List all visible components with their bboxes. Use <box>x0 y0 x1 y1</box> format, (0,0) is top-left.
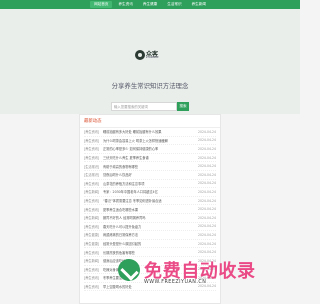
item-category[interactable]: [养生资讯] <box>84 155 103 160</box>
item-date: 2024-04-24 <box>198 146 216 151</box>
list-item[interactable]: [养生资讯] “春泛”体质需要注意 冬季如何进补最合适 2024-04-24 <box>84 197 216 206</box>
nav-health[interactable]: 养生健康 <box>139 1 161 8</box>
item-category[interactable]: [养生资讯] <box>84 275 103 280</box>
item-category[interactable]: [养生资讯] <box>84 129 103 134</box>
item-category[interactable]: [生活常识] <box>84 172 103 177</box>
list-item[interactable]: [养生健康] 经常头晕是什么原因引起的 2024-04-24 <box>84 240 216 249</box>
item-date: 2024-04-24 <box>198 250 216 255</box>
item-category[interactable]: [养生健康] <box>84 241 103 246</box>
item-category[interactable]: [养生新闻] <box>84 189 103 194</box>
item-date: 2024-04-24 <box>198 224 216 229</box>
item-title[interactable]: 肠胃不好的人 经常喝粥养胃吗 <box>103 215 195 220</box>
watermark-url: WWW.FREEZIYUAN.CN <box>144 280 207 285</box>
list-item[interactable]: [养生健康] 肩颈疼痛的日常保养方法 2024-04-24 <box>84 231 216 240</box>
item-title[interactable]: 长期熬夜的危害有哪些 <box>103 250 195 255</box>
logo-subtitle: ZHONGKE <box>146 56 159 59</box>
panel-title: 最新动态 <box>80 115 220 128</box>
list-item[interactable]: [养生新闻] 专家：2030年中国老年人口将超过4亿 2024-04-24 <box>84 188 216 197</box>
search-button[interactable]: 搜索 <box>177 102 189 111</box>
hero-section: 众客 ZHONGKE 分享养生常识知识方法理念 搜索 <box>0 9 300 114</box>
item-category[interactable]: [养生资讯] <box>84 284 103 289</box>
site-logo[interactable]: 众客 ZHONGKE <box>135 48 165 64</box>
item-title[interactable]: 山茶花的养殖方法和注意事项 <box>103 181 195 186</box>
item-category[interactable]: [养生新闻] <box>84 215 103 220</box>
item-category[interactable]: [养生资讯] <box>84 267 103 272</box>
item-date: 2024-04-24 <box>198 232 216 237</box>
top-navigation: 网站首页 养生资讯 养生健康 生活常识 养生新闻 <box>0 0 300 9</box>
item-date: 2024-04-24 <box>198 129 216 134</box>
item-category[interactable]: [养生资讯] <box>84 224 103 229</box>
item-date: 2024-04-24 <box>198 198 216 203</box>
item-title[interactable]: 肩颈疼痛的日常保养方法 <box>103 232 195 237</box>
item-category[interactable]: [养生资讯] <box>84 250 103 255</box>
item-category[interactable]: [生活常识] <box>84 164 103 169</box>
list-item[interactable]: [养生资讯] 三伏天吃什么养生 夏季养生食谱 2024-04-24 <box>84 154 216 163</box>
list-item[interactable]: [养生资讯] 山茶花的养殖方法和注意事项 2024-04-24 <box>84 180 216 189</box>
list-item[interactable]: [养生资讯] 为什么喝茶会容易上火 喝茶上火怎样快速缓解 2024-04-24 <box>84 137 216 146</box>
item-category[interactable]: [养生健康] <box>84 232 103 237</box>
nav-health-news[interactable]: 养生新闻 <box>188 1 210 8</box>
list-item[interactable]: [养生资讯] 正常的心率是多少 如何保持健康的心率 2024-04-24 <box>84 145 216 154</box>
list-item[interactable]: [养生资讯] 夏季养生适合吃哪些水果 2024-04-24 <box>84 205 216 214</box>
search-input[interactable] <box>111 102 177 111</box>
item-title[interactable]: 正常的心率是多少 如何保持健康的心率 <box>103 146 195 151</box>
site-slogan: 分享养生常识知识方法理念 <box>111 82 189 90</box>
list-item[interactable]: [生活常识] 有助于增高的食物有哪些 2024-04-24 <box>84 162 216 171</box>
item-title[interactable]: 春天吃什么可以提升免疫力 <box>103 224 195 229</box>
item-category[interactable]: [养生资讯] <box>84 146 103 151</box>
item-title[interactable]: 专家：2030年中国老年人口将超过4亿 <box>103 189 195 194</box>
item-date: 2024-04-24 <box>198 181 216 186</box>
item-title[interactable]: 三伏天吃什么养生 夏季养生食谱 <box>103 155 195 160</box>
nav-health-info[interactable]: 养生资讯 <box>114 1 136 8</box>
item-date: 2024-04-24 <box>198 172 216 177</box>
item-date: 2024-04-24 <box>198 189 216 194</box>
item-title[interactable]: 睡前抬腿有多大好处 睡前抬腿有什么效果 <box>103 129 195 134</box>
item-date: 2024-04-24 <box>198 164 216 169</box>
item-category[interactable]: [养生资讯] <box>84 207 103 212</box>
item-category[interactable]: [养生资讯] <box>84 198 103 203</box>
item-category[interactable]: [养生新闻] <box>84 258 103 263</box>
list-item[interactable]: [生活常识] 熬夜后喝什么饮品好 2024-04-24 <box>84 171 216 180</box>
item-category[interactable]: [养生资讯] <box>84 138 103 143</box>
checkmark-icon <box>118 259 140 281</box>
list-item[interactable]: [养生资讯] 春天吃什么可以提升免疫力 2024-04-24 <box>84 223 216 232</box>
item-date: 2024-04-24 <box>198 215 216 220</box>
item-date: 2024-04-24 <box>198 241 216 246</box>
item-title[interactable]: 经常头晕是什么原因引起的 <box>103 241 195 246</box>
item-date: 2024-04-24 <box>198 207 216 212</box>
search-form: 搜索 <box>111 102 189 111</box>
item-title[interactable]: 有助于增高的食物有哪些 <box>103 164 195 169</box>
list-item[interactable]: [养生资讯] 睡前抬腿有多大好处 睡前抬腿有什么效果 2024-04-24 <box>84 128 216 137</box>
list-item[interactable]: [养生新闻] 肠胃不好的人 经常喝粥养胃吗 2024-04-24 <box>84 214 216 223</box>
item-date: 2024-04-24 <box>198 155 216 160</box>
logo-icon <box>135 50 145 60</box>
item-title[interactable]: 为什么喝茶会容易上火 喝茶上火怎样快速缓解 <box>103 138 195 143</box>
item-title[interactable]: 夏季养生适合吃哪些水果 <box>103 207 195 212</box>
item-category[interactable]: [养生资讯] <box>84 181 103 186</box>
watermark: 免费自动收录 WWW.FREEZIYUAN.CN <box>118 255 296 291</box>
item-title[interactable]: 熬夜后喝什么饮品好 <box>103 172 195 177</box>
nav-life-tips[interactable]: 生活常识 <box>163 1 185 8</box>
nav-home[interactable]: 网站首页 <box>90 1 113 8</box>
item-title[interactable]: “春泛”体质需要注意 冬季如何进补最合适 <box>103 198 195 203</box>
item-date: 2024-04-24 <box>198 138 216 143</box>
